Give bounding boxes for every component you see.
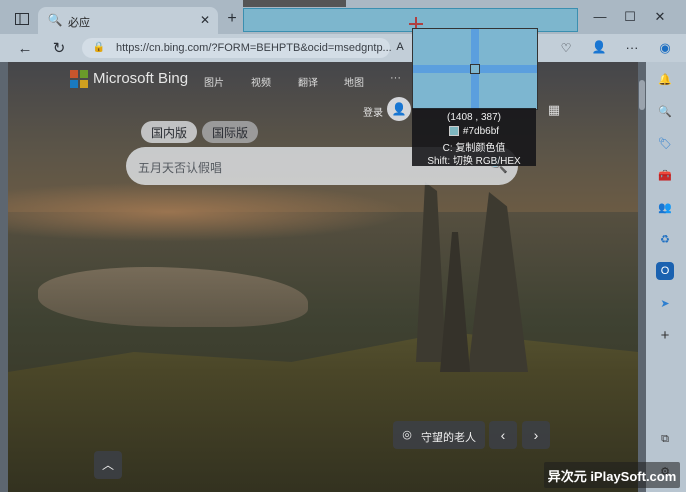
scroll-up-button[interactable]: ︿ xyxy=(94,451,122,479)
outlook-icon[interactable]: O xyxy=(656,262,674,280)
background-lake xyxy=(38,267,308,327)
magnifier-preview xyxy=(412,28,538,110)
games-icon[interactable]: ♻ xyxy=(656,230,674,248)
screen-capture-icon[interactable]: ⧉ xyxy=(656,430,674,448)
profile-icon[interactable]: 👤 xyxy=(590,38,608,56)
search-input[interactable]: 五月天否认假唱 xyxy=(138,159,222,176)
cursor-coordinates: (1408 , 387) xyxy=(447,112,501,123)
previous-image-button[interactable]: ‹ xyxy=(489,421,517,449)
refresh-icon[interactable]: ↻ xyxy=(50,39,68,57)
background-glow xyxy=(8,182,408,242)
people-icon[interactable]: 👥 xyxy=(656,198,674,216)
close-tab-icon[interactable]: ✕ xyxy=(198,13,212,27)
user-avatar-icon[interactable]: 👤 xyxy=(387,97,411,121)
rock-pinnacle-2 xyxy=(468,192,528,372)
site-watermark: 异次元 iPlaySoft.com xyxy=(544,462,680,488)
sidebar-toggle-icon[interactable] xyxy=(13,11,31,27)
notifications-icon[interactable]: 🔔 xyxy=(656,70,674,88)
qr-code-icon[interactable]: ▦ xyxy=(546,101,562,117)
url-text: https://cn.bing.com/?FORM=BEHPTB&ocid=ms… xyxy=(116,42,392,54)
next-image-button[interactable]: › xyxy=(522,421,550,449)
more-options-icon[interactable]: ··· xyxy=(624,39,640,55)
login-link[interactable]: 登录 xyxy=(363,104,383,119)
scrollbar-thumb[interactable] xyxy=(639,80,645,110)
url-field[interactable]: 🔒 https://cn.bing.com/?FORM=BEHPTB&ocid=… xyxy=(82,38,392,58)
browser-tab[interactable]: 🔍 必应 ✕ xyxy=(38,7,218,34)
tab-domestic[interactable]: 国内版 xyxy=(141,121,197,143)
color-swatch xyxy=(448,126,459,137)
tools-icon[interactable]: 🧰 xyxy=(656,166,674,184)
rock-pinnacle-3 xyxy=(440,232,470,372)
nav-images[interactable]: 图片 xyxy=(204,74,224,89)
bing-favicon-icon: 🔍 xyxy=(47,13,63,27)
nav-videos[interactable]: 视频 xyxy=(251,74,271,89)
send-icon[interactable]: ➤ xyxy=(656,294,674,312)
read-aloud-icon[interactable]: A xyxy=(392,39,408,55)
nav-maps[interactable]: 地图 xyxy=(344,74,364,89)
shopping-icon[interactable]: 🏷 xyxy=(656,134,674,152)
add-sidebar-icon[interactable]: + xyxy=(656,326,674,344)
hex-value: #7db6bf xyxy=(462,126,500,137)
close-window-icon[interactable]: ✕ xyxy=(652,9,668,23)
microsoft-logo-icon xyxy=(70,70,88,88)
lock-icon: 🔒 xyxy=(92,42,106,53)
maximize-icon[interactable]: ☐ xyxy=(622,9,638,23)
minimize-icon[interactable]: — xyxy=(592,9,608,23)
tab-title: 必应 xyxy=(68,17,90,29)
tab-international[interactable]: 国际版 xyxy=(202,121,258,143)
location-pin-icon: ◎ xyxy=(402,428,412,441)
heart-icon[interactable]: ♡ xyxy=(558,40,574,56)
search-sidebar-icon[interactable]: 🔍 xyxy=(656,102,674,120)
new-tab-icon[interactable]: + xyxy=(224,11,240,27)
color-value-row: #7db6bf xyxy=(412,126,536,137)
bing-logo-text[interactable]: Microsoft Bing xyxy=(93,70,188,87)
color-info-panel: (1408 , 387) #7db6bf C: 复制颜色值 Shift: 切换 … xyxy=(412,108,536,167)
edge-copilot-icon[interactable]: ◉ xyxy=(656,38,674,56)
nav-more[interactable]: ··· xyxy=(390,72,401,84)
switch-format-hint: Shift: 切换 RGB/HEX xyxy=(427,156,521,167)
location-label: 守望的老人 xyxy=(421,432,476,444)
selection-size-label xyxy=(243,0,346,7)
nav-translate[interactable]: 翻译 xyxy=(298,74,318,89)
back-icon[interactable]: ← xyxy=(16,39,34,57)
